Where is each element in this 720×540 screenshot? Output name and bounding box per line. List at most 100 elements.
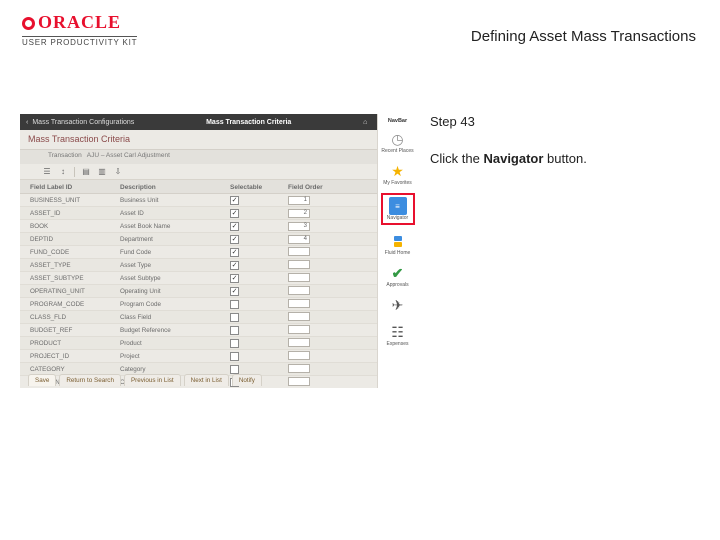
- star-icon: ★: [388, 162, 408, 180]
- order-input[interactable]: 2: [288, 209, 310, 218]
- nav-label: My Favorites: [383, 181, 412, 186]
- cell-selectable: [228, 326, 286, 335]
- cell-description: Program Code: [118, 301, 228, 308]
- checkbox[interactable]: [230, 300, 239, 309]
- cell-description: Fund Code: [118, 249, 228, 256]
- table-row: PROGRAM_CODEProgram Code: [20, 298, 417, 311]
- cell-description: Asset Subtype: [118, 275, 228, 282]
- order-input[interactable]: [288, 273, 310, 282]
- brand-name: ORACLE: [38, 12, 121, 33]
- col-field-order: Field Order: [286, 184, 374, 191]
- checkbox[interactable]: [230, 326, 239, 335]
- instruction-text: Click the Navigator button.: [430, 151, 700, 166]
- sort-icon[interactable]: ↕: [58, 167, 68, 177]
- table-row: PRODUCTProduct: [20, 337, 417, 350]
- topbar-center: Mass Transaction Criteria: [206, 119, 291, 126]
- checkbox[interactable]: ✓: [230, 248, 239, 257]
- cell-field-order: 2: [286, 209, 374, 218]
- step-label: Step 43: [430, 114, 700, 129]
- cell-description: Business Unit: [118, 197, 228, 204]
- nav-fluid-home[interactable]: Fluid Home: [378, 230, 417, 258]
- cell-field-order: [286, 351, 374, 362]
- cell-selectable: ✓: [228, 235, 286, 244]
- cell-field-order: 1: [286, 196, 374, 205]
- nav-expenses[interactable]: ☷ Expenses: [378, 321, 417, 349]
- checkbox[interactable]: ✓: [230, 222, 239, 231]
- order-input[interactable]: [288, 286, 310, 295]
- navbar-drawer: NavBar ◷ Recent Places ★ My Favorites ≡ …: [377, 114, 417, 388]
- order-input[interactable]: 4: [288, 235, 310, 244]
- table-row: PROJECT_IDProject: [20, 350, 417, 363]
- cell-field-id: FUND_CODE: [28, 249, 118, 256]
- order-input[interactable]: [288, 364, 310, 373]
- order-input[interactable]: [288, 260, 310, 269]
- checkbox[interactable]: ✓: [230, 209, 239, 218]
- page-title: Defining Asset Mass Transactions: [471, 28, 696, 45]
- app-subtitle: Mass Transaction Criteria: [20, 130, 417, 150]
- tab-return[interactable]: Return to Search: [59, 374, 121, 386]
- checkbox[interactable]: ✓: [230, 287, 239, 296]
- table-row: OPERATING_UNITOperating Unit✓: [20, 285, 417, 298]
- home-icon[interactable]: ⌂: [363, 119, 367, 126]
- cell-description: Asset Book Name: [118, 223, 228, 230]
- cell-field-id: CATEGORY: [28, 366, 118, 373]
- nav-recent-places[interactable]: ◷ Recent Places: [378, 128, 417, 156]
- order-input[interactable]: [288, 247, 310, 256]
- rows-icon[interactable]: ☰: [42, 167, 52, 177]
- cell-field-id: ASSET_SUBTYPE: [28, 275, 118, 282]
- tool-icon-2[interactable]: ▥: [97, 167, 107, 177]
- back-icon[interactable]: ‹: [26, 119, 28, 126]
- tab-notify[interactable]: Notify: [232, 374, 262, 386]
- instr-target: Navigator: [483, 151, 543, 166]
- cell-field-id: OPERATING_UNIT: [28, 288, 118, 295]
- checkbox[interactable]: ✓: [230, 261, 239, 270]
- checkbox[interactable]: ✓: [230, 235, 239, 244]
- cell-description: Product: [118, 340, 228, 347]
- cell-field-order: [286, 312, 374, 323]
- order-input[interactable]: [288, 351, 310, 360]
- cell-field-id: DEPTID: [28, 236, 118, 243]
- tab-save[interactable]: Save: [28, 374, 56, 386]
- checkbox[interactable]: [230, 365, 239, 374]
- order-input[interactable]: [288, 338, 310, 347]
- checkbox[interactable]: ✓: [230, 196, 239, 205]
- cell-selectable: ✓: [228, 209, 286, 218]
- tool-icon-1[interactable]: ▤: [81, 167, 91, 177]
- brand-block: ORACLE USER PRODUCTIVITY KIT: [22, 12, 137, 47]
- checkbox[interactable]: [230, 313, 239, 322]
- cell-field-order: [286, 325, 374, 336]
- cell-description: Operating Unit: [118, 288, 228, 295]
- cell-selectable: ✓: [228, 274, 286, 283]
- nav-approvals[interactable]: ✔ Approvals: [378, 262, 417, 290]
- tiles-icon: [388, 232, 408, 250]
- cell-field-id: BUDGET_REF: [28, 327, 118, 334]
- instruction-panel: Step 43 Click the Navigator button.: [430, 114, 700, 166]
- checkbox[interactable]: [230, 339, 239, 348]
- nav-my-favorites[interactable]: ★ My Favorites: [378, 160, 417, 188]
- nav-navigator[interactable]: ≡ Navigator: [381, 193, 415, 225]
- cell-selectable: ✓: [228, 261, 286, 270]
- order-input[interactable]: [288, 325, 310, 334]
- cell-selectable: [228, 313, 286, 322]
- nav-label: Fluid Home: [385, 251, 411, 256]
- checkbox[interactable]: ✓: [230, 274, 239, 283]
- col-description: Description: [118, 184, 228, 191]
- cell-description: Class Field: [118, 314, 228, 321]
- nav-travel[interactable]: ✈: [378, 294, 417, 317]
- tab-next[interactable]: Next in List: [184, 374, 229, 386]
- cell-field-order: [286, 338, 374, 349]
- tool-export-icon[interactable]: ⇩: [113, 167, 123, 177]
- order-input[interactable]: [288, 312, 310, 321]
- cell-field-order: 3: [286, 222, 374, 231]
- checkbox[interactable]: [230, 352, 239, 361]
- cell-selectable: [228, 352, 286, 361]
- col-selectable: Selectable: [228, 184, 286, 191]
- order-input[interactable]: 3: [288, 222, 310, 231]
- order-input[interactable]: [288, 377, 310, 386]
- order-input[interactable]: [288, 299, 310, 308]
- tab-prev[interactable]: Previous in List: [124, 374, 181, 386]
- oracle-o-icon: [22, 17, 35, 30]
- grid-toolbar: ☰ ↕ ▤ ▥ ⇩: [20, 164, 417, 180]
- cell-description: Department: [118, 236, 228, 243]
- order-input[interactable]: 1: [288, 196, 310, 205]
